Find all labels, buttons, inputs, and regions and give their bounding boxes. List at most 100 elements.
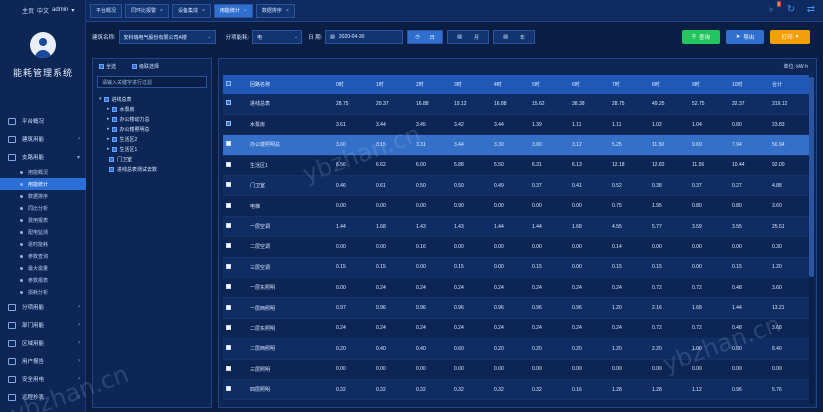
row-checkbox[interactable] [226,304,231,310]
table-row[interactable]: 电梯 0.00 0.00 0.00 0.90 0.00 0.00 0.00 0.75 1.95 0.… [223,195,809,217]
row-checkbox[interactable] [226,345,231,351]
row-checkbox[interactable] [226,386,231,392]
close-icon[interactable]: × [160,8,163,14]
row-checkbox[interactable] [226,365,231,371]
scrollbar[interactable] [809,77,814,405]
export-button[interactable]: ➤ 导出 [726,30,764,44]
checkbox-icon[interactable] [109,156,114,162]
tree-node[interactable]: 门卫室 [99,154,207,164]
tab-1[interactable]: 平台概况 [90,3,123,18]
checkbox-icon[interactable] [111,126,117,132]
tree-filter-input[interactable]: 请输入关键字进行过滤 [97,76,207,88]
table-row[interactable]: 一层西照明 0.97 0.96 0.96 0.96 0.96 0.96 0.96 1.20 2.1… [223,297,809,319]
seg-day-button[interactable]: ◷ 日 [407,30,444,44]
checkbox-icon[interactable] [111,136,117,142]
table-row[interactable]: 四层照明 0.32 0.32 0.32 0.32 0.32 0.32 0.16 1.28 1.28… [223,379,809,401]
table-row[interactable]: 门卫室 0.46 0.61 0.50 0.50 0.49 0.37 0.41 0.52 0.38 0… [223,175,809,197]
tab-5[interactable]: 数据排序 × [255,3,295,18]
table-row[interactable]: 二层东照明 0.24 0.24 0.24 0.24 0.24 0.24 0.24 0.24 0.7… [223,318,809,340]
tree-node[interactable]: ▸ 办公楼照明总 [99,124,207,134]
menu-item[interactable]: 安全用电 › [0,370,86,388]
submenu-item[interactable]: 用能统计 [0,178,86,190]
user-caret-icon[interactable]: ▾ [71,7,74,14]
menu-item[interactable]: 支路用能 ▾ [0,148,86,166]
table-row[interactable]: 生活区1 6.56 6.62 6.00 5.88 5.50 6.31 6.13 12.18 12.… [223,155,809,177]
submenu-item[interactable]: 数据排序 [0,190,86,202]
row-checkbox[interactable] [226,263,231,269]
energy-select[interactable]: 电 ⌄ [252,30,303,44]
table-row[interactable]: 二层西照明 0.20 0.40 0.40 0.60 0.20 0.20 0.20 1.20 2.2… [223,338,809,360]
table-row[interactable]: 水泵房 3.61 3.44 3.45 3.42 3.44 1.39 1.11 1.11 1.02 1… [223,114,809,136]
row-checkbox[interactable] [226,243,231,249]
row-checkbox[interactable] [226,324,231,330]
submenu-item[interactable]: 配电监测 [0,226,86,238]
checkbox-icon[interactable] [103,96,109,102]
close-icon[interactable]: × [244,8,247,14]
caret-icon[interactable]: ▸ [107,116,110,122]
tab-4[interactable]: 用能统计 × [213,3,253,18]
checkbox-icon[interactable] [111,146,117,152]
caret-icon[interactable]: ▸ [107,136,110,142]
row-checkbox[interactable] [226,121,231,127]
row-checkbox[interactable] [226,141,231,147]
date-input[interactable]: ▤ 2020-04-30 [325,30,404,44]
checkbox-icon[interactable] [109,166,114,172]
table-row[interactable]: 一层东照明 0.00 0.24 0.24 0.24 0.24 0.24 0.24 0.24 0.7… [223,277,809,299]
submenu-item[interactable]: 用能概况 [0,166,86,178]
row-checkbox[interactable] [226,161,231,167]
row-checkbox[interactable] [226,202,231,208]
tree-node[interactable]: ▸ 水泵房 [99,104,207,114]
row-checkbox[interactable] [226,100,231,106]
table-row[interactable]: 三层空调 0.15 0.15 0.00 0.15 0.00 0.15 0.00 0.15 0.15… [223,257,809,279]
switch-icon[interactable]: ⇄ [805,4,817,16]
scroll-thumb[interactable] [809,77,814,277]
caret-icon[interactable]: ▾ [99,96,102,102]
row-checkbox[interactable] [226,182,231,188]
menu-item[interactable]: 部门用能 › [0,316,86,334]
caret-icon[interactable]: ▸ [107,106,110,112]
refresh-icon[interactable]: ↻ [785,4,797,16]
tree-node[interactable]: 进线总表测试去数 [99,164,207,174]
submenu-item[interactable]: 参数查询 [0,250,86,262]
submenu-item[interactable]: 参数报表 [0,274,86,286]
tree-node[interactable]: ▸ 生活区1 [99,144,207,154]
cascade-checkbox[interactable]: 级联选择 [132,63,159,70]
submenu-item[interactable]: 费用报表 [0,214,86,226]
table-row[interactable]: 进线总表 28.75 20.37 16.88 19.12 16.88 15.62 38.38 2… [223,94,809,115]
tree-node[interactable]: ▾ 进线总表 [99,94,207,104]
query-button[interactable]: ⚲ 查询 [682,30,720,44]
print-button[interactable]: 打印 ▾ [770,30,810,44]
tree-node[interactable]: ▸ 办公楼动力总 [99,114,207,124]
building-select[interactable]: 安科瑞电气股份有限公司A楼 ⌄ [118,30,216,44]
tab-2[interactable]: 同环比报警 × [125,3,169,18]
submenu-item[interactable]: 同比分析 [0,202,86,214]
tree-node[interactable]: ▸ 生活区2 [99,134,207,144]
menu-item[interactable]: 分项用能 › [0,298,86,316]
menu-item[interactable]: 建筑用能 › [0,130,86,148]
table-row[interactable]: 办公楼照明总 3.00 3.15 3.31 3.44 3.30 3.00 3.12 5.25 11… [223,134,809,156]
seg-month-button[interactable]: ▤ 月 [447,30,490,44]
menu-item[interactable]: 远程抄表 › [0,388,86,406]
menu-item[interactable]: 用户报告 › [0,352,86,370]
tab-3[interactable]: 设备集成 × [171,3,211,18]
seg-year-button[interactable]: ▤ 年 [493,30,536,44]
select-all-checkbox[interactable]: 全选 [99,63,116,70]
caret-icon[interactable]: ▸ [107,126,110,132]
submenu-item[interactable]: 逐时能耗 [0,238,86,250]
menu-item[interactable]: 平台概况 [0,112,86,130]
bell-icon[interactable]: ♭ 1 [765,1,781,16]
close-icon[interactable]: × [286,8,289,14]
home-link[interactable]: 主页 [22,6,34,15]
row-checkbox[interactable] [226,284,231,290]
username[interactable]: admin [52,7,68,13]
submenu-item[interactable]: 损耗分析 [0,286,86,298]
menu-item[interactable]: 区域用能 › [0,334,86,352]
header-checkbox[interactable] [226,81,231,86]
table-row[interactable]: 三层照明 0.00 0.00 0.00 0.00 0.00 0.00 0.00 0.00 0.00… [223,359,809,380]
close-icon[interactable]: × [202,8,205,14]
table-row[interactable]: 一层空调 1.44 1.68 1.43 1.43 1.44 1.44 1.68 4.55 5.77… [223,216,809,238]
lang-link[interactable]: 中文 [37,6,49,15]
submenu-item[interactable]: 最大需量 [0,262,86,274]
checkbox-icon[interactable] [111,116,117,122]
caret-icon[interactable]: ▸ [107,146,110,152]
